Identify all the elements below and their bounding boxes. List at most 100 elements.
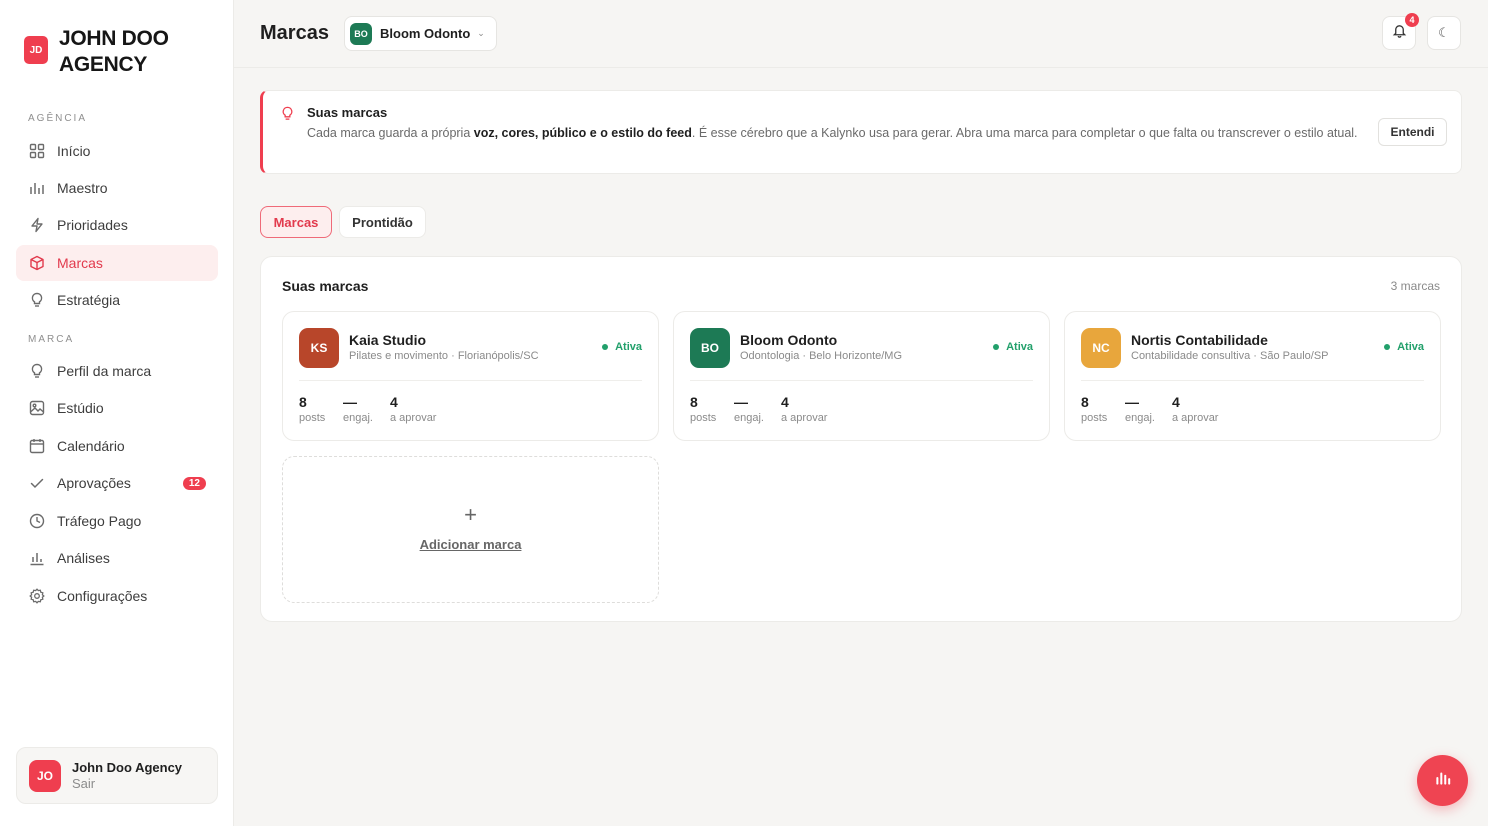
sidebar-item-calendario[interactable]: Calendário [16, 428, 218, 464]
lightning-icon [28, 217, 45, 234]
lightbulb-icon [28, 292, 45, 309]
stat-posts: 8 posts [690, 394, 717, 424]
status-dot-icon [602, 344, 609, 350]
brand-name: Bloom Odonto [740, 332, 838, 348]
stat-engagement: — engaj. [343, 394, 373, 424]
calendar-icon [28, 438, 45, 455]
floating-action-button[interactable] [1417, 755, 1468, 806]
brand-selector-label: Bloom Odonto [380, 26, 471, 41]
panel-title: Suas marcas [282, 278, 369, 294]
sidebar-item-estudio[interactable]: Estúdio [16, 390, 218, 426]
sidebar-item-inicio[interactable]: Início [16, 133, 218, 169]
bar-chart-icon [28, 550, 45, 567]
sidebar-item-perfil[interactable]: Perfil da marca [16, 353, 218, 389]
check-icon [28, 475, 45, 492]
brand-subtitle: Contabilidade consultiva · São Paulo/SP [1131, 350, 1329, 362]
user-card[interactable]: JO John Doo Agency Sair [16, 747, 218, 804]
sidebar-item-label: Estúdio [57, 400, 104, 416]
section-label-agency: AGÊNCIA [28, 113, 88, 124]
brand-card-bloom-odonto[interactable]: BO Bloom Odonto Odontologia · Belo Horiz… [673, 311, 1050, 441]
sidebar: JD JOHN DOO AGENCY AGÊNCIA Início Maestr… [0, 0, 234, 826]
tab-marcas[interactable]: Marcas [260, 206, 332, 238]
stat-pending-approval: 4a aprovar [390, 394, 437, 424]
info-banner: Suas marcas Cada marca guarda a própria … [260, 90, 1462, 174]
sidebar-item-estrategia[interactable]: Estratégia [16, 282, 218, 318]
notifications-button[interactable]: 4 [1382, 13, 1419, 50]
status-badge: Ativa [993, 341, 1033, 353]
stat-engagement: — engaj. [1125, 394, 1155, 424]
stat-posts: 8 posts [299, 394, 326, 424]
agency-logo: JD [24, 36, 48, 64]
moon-icon: ☾ [1438, 25, 1450, 40]
notification-count-badge: 4 [1405, 13, 1419, 27]
status-dot-icon [993, 344, 1000, 350]
sidebar-item-label: Configurações [57, 588, 148, 604]
sidebar-item-configuracoes[interactable]: Configurações [16, 578, 218, 614]
stat-engagement: — engaj. [734, 394, 764, 424]
grid-icon [28, 143, 45, 160]
brand-card-kaia-studio[interactable]: KS Kaia Studio Pilates e movimento · Flo… [282, 311, 659, 441]
sidebar-item-label: Maestro [57, 180, 108, 196]
dismiss-banner-button[interactable]: Entendi [1378, 118, 1447, 146]
agency-brand[interactable]: JD JOHN DOO AGENCY [24, 26, 189, 78]
logout-link[interactable]: Sair [72, 776, 182, 791]
brands-count: 3 marcas [1390, 279, 1440, 293]
brand-subtitle: Pilates e movimento · Florianópolis/SC [349, 350, 539, 362]
approvals-count-badge: 12 [182, 476, 206, 490]
brand-avatar: BO [690, 328, 730, 368]
brand-avatar: NC [1081, 328, 1121, 368]
tab-prontidao[interactable]: Prontidão [339, 206, 426, 238]
bars-icon [1434, 769, 1452, 792]
sidebar-item-label: Estratégia [57, 292, 121, 308]
user-name: John Doo Agency [72, 760, 183, 775]
lightbulb-icon [280, 105, 295, 127]
banner-text: Cada marca guarda a própria voz, cores, … [307, 126, 1358, 140]
brand-selector[interactable]: BO Bloom Odonto ⌄ [344, 16, 497, 51]
divider [299, 380, 642, 381]
brands-panel: Suas marcas 3 marcas KS Kaia Studio Pila… [260, 256, 1462, 622]
gear-icon [28, 588, 45, 605]
status-badge: Ativa [602, 341, 642, 353]
section-label-brand: MARCA [28, 334, 75, 345]
sidebar-item-label: Tráfego Pago [57, 513, 142, 529]
sidebar-item-label: Calendário [57, 438, 125, 454]
chevron-down-icon: ⌄ [477, 28, 485, 38]
stat-pending-approval: 4a aprovar [781, 394, 828, 424]
sidebar-item-aprovacoes[interactable]: Aprovações 12 [16, 465, 218, 501]
sidebar-item-prioridades[interactable]: Prioridades [16, 207, 218, 243]
sidebar-item-marcas[interactable]: Marcas [16, 245, 218, 281]
sidebar-item-label: Marcas [57, 255, 103, 271]
sidebar-item-analises[interactable]: Análises [16, 540, 218, 576]
top-bar: Marcas BO Bloom Odonto ⌄ 4 ☾ [234, 0, 1488, 68]
plus-icon: + [464, 502, 477, 527]
cube-icon [28, 255, 45, 272]
brand-card-nortis-contabilidade[interactable]: NC Nortis Contabilidade Contabilidade co… [1064, 311, 1441, 441]
page-title: Marcas [260, 22, 329, 44]
status-badge: Ativa [1384, 341, 1424, 353]
divider [1081, 380, 1424, 381]
lightbulb-icon [28, 363, 45, 380]
sidebar-item-label: Perfil da marca [57, 363, 152, 379]
add-brand-card[interactable]: + Adicionar marca [282, 456, 659, 603]
brand-subtitle: Odontologia · Belo Horizonte/MG [740, 350, 903, 362]
clock-icon [28, 513, 45, 530]
bars-icon [28, 180, 45, 197]
brand-selector-avatar: BO [350, 22, 372, 45]
status-dot-icon [1384, 344, 1391, 350]
sidebar-item-label: Início [57, 143, 91, 159]
image-icon [28, 400, 45, 417]
sidebar-item-trafego[interactable]: Tráfego Pago [16, 503, 218, 539]
stat-posts: 8 posts [1081, 394, 1108, 424]
add-brand-link[interactable]: Adicionar marca [283, 537, 658, 552]
brand-name: Nortis Contabilidade [1131, 332, 1268, 348]
brand-name: Kaia Studio [349, 332, 427, 348]
sidebar-item-maestro[interactable]: Maestro [16, 170, 218, 206]
banner-title: Suas marcas [307, 105, 388, 120]
sidebar-item-label: Análises [57, 550, 110, 566]
agency-name: JOHN DOO AGENCY [59, 27, 169, 76]
divider [690, 380, 1033, 381]
theme-toggle-button[interactable]: ☾ [1427, 16, 1461, 50]
sidebar-item-label: Prioridades [57, 217, 128, 233]
stat-pending-approval: 4a aprovar [1172, 394, 1219, 424]
avatar: JO [29, 759, 61, 792]
